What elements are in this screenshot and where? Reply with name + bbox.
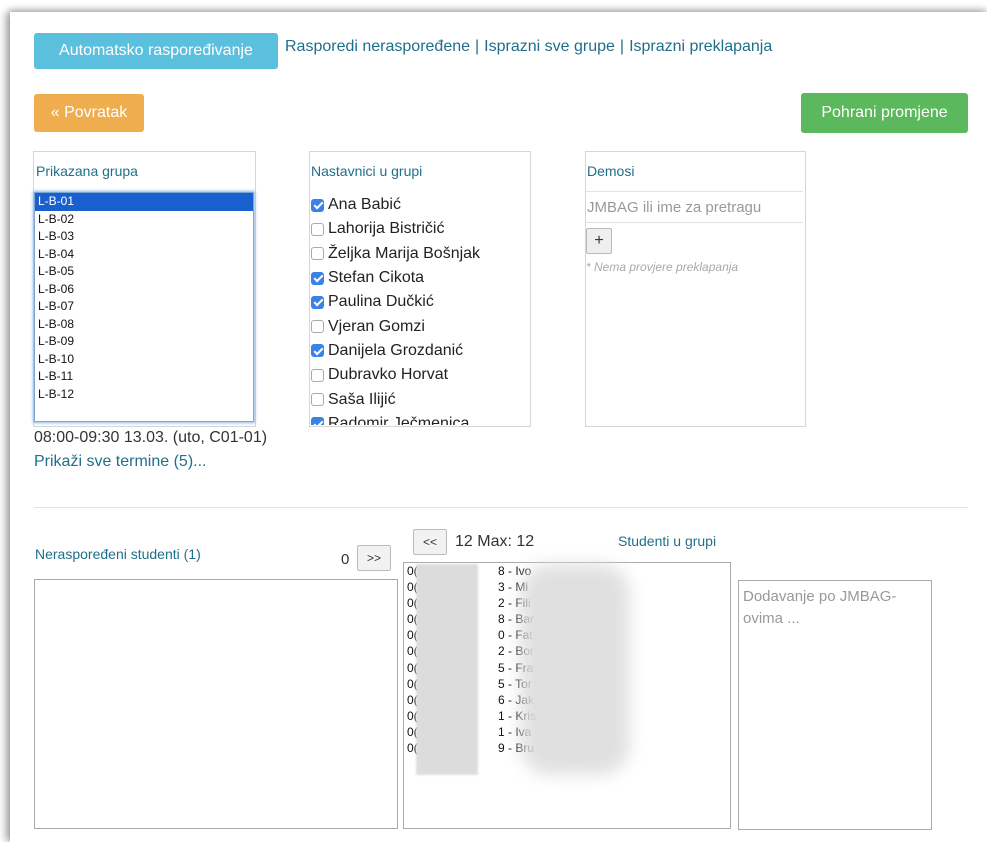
teacher-name: Paulina Dučkić (328, 293, 434, 311)
teacher-checkbox[interactable] (311, 247, 324, 261)
group-capacity-label: 12 Max: 12 (455, 533, 535, 550)
teacher-item[interactable]: Lahorija Bistričić (310, 217, 528, 241)
back-button[interactable]: « Povratak (34, 94, 144, 132)
group-select-list[interactable]: L-B-01 L-B-02 L-B-03 L-B-04 L-B-05 L-B-06 L-B-… (34, 192, 254, 422)
teacher-name: Željka Marija Bošnjak (328, 244, 481, 262)
teacher-name: Vjeran Gomzi (328, 317, 425, 335)
demos-search-input[interactable]: JMBAG ili ime za pretragu (586, 191, 803, 223)
teacher-checkbox[interactable] (311, 393, 324, 407)
teacher-checkbox[interactable] (311, 344, 324, 358)
unassigned-students-list[interactable] (34, 579, 398, 829)
section-divider (34, 507, 968, 508)
teacher-item[interactable]: Ana Babić (310, 193, 528, 217)
redacted-name-block (520, 564, 630, 775)
move-to-unassigned-button[interactable]: << (413, 529, 447, 555)
teacher-name: Saša Ilijić (328, 390, 396, 408)
link-separator: | (475, 38, 480, 55)
group-option[interactable]: L-B-11 (35, 368, 253, 386)
unassigned-students-title: Neraspoređeni studenti (1) (35, 546, 201, 562)
group-option[interactable]: L-B-09 (35, 333, 253, 351)
teacher-name: Ana Babić (328, 196, 401, 214)
group-option[interactable]: L-B-05 (35, 263, 253, 281)
teacher-item[interactable]: Radomir Ječmenica (310, 412, 528, 425)
teacher-name: Stefan Cikota (328, 269, 425, 287)
show-all-terms-link[interactable]: Prikaži sve termine (5)... (34, 453, 206, 471)
teacher-checkbox[interactable] (311, 198, 324, 212)
group-option[interactable]: L-B-10 (35, 351, 253, 369)
group-option[interactable]: L-B-01 (35, 193, 253, 211)
group-term: 08:00-09:30 13.03. (uto, C01-01) (34, 429, 268, 446)
group-option[interactable]: L-B-06 (35, 281, 253, 299)
empty-overlaps-link[interactable]: Isprazni preklapanja (629, 38, 772, 55)
add-by-jmbag-textarea[interactable]: Dodavanje po JMBAG-ovima ... (738, 580, 932, 830)
teacher-item[interactable]: Paulina Dučkić (310, 290, 528, 314)
auto-assign-button[interactable]: Automatsko raspoređivanje (34, 33, 278, 69)
teacher-checkbox[interactable] (311, 417, 324, 425)
teacher-item[interactable]: Stefan Cikota (310, 266, 528, 290)
group-option[interactable]: L-B-03 (35, 228, 253, 246)
group-option[interactable]: L-B-04 (35, 246, 253, 264)
add-demo-button[interactable]: + (586, 228, 612, 254)
group-option[interactable]: L-B-07 (35, 298, 253, 316)
demos-note: * Nema provjere preklapanja (586, 260, 739, 274)
teacher-name: Lahorija Bistričić (328, 220, 445, 238)
teacher-item[interactable]: Vjeran Gomzi (310, 314, 528, 338)
teacher-checkbox[interactable] (311, 320, 324, 334)
teacher-checkbox[interactable] (311, 271, 324, 285)
teachers-panel-title: Nastavnici u grupi (311, 163, 423, 179)
unassigned-selected-count: 0 (341, 551, 350, 568)
bulk-actions: Rasporedi neraspoređene | Isprazni sve gru… (285, 38, 772, 56)
teacher-item[interactable]: Saša Ilijić (310, 387, 528, 411)
move-to-group-button[interactable]: >> (357, 545, 391, 571)
assign-unassigned-link[interactable]: Rasporedi neraspoređene (285, 38, 470, 55)
group-option[interactable]: L-B-12 (35, 386, 253, 404)
teacher-checkbox[interactable] (311, 222, 324, 236)
teacher-checkbox[interactable] (311, 295, 324, 309)
teacher-item[interactable]: Dubravko Horvat (310, 363, 528, 387)
redacted-jmbag-block (416, 564, 478, 775)
group-panel-title: Prikazana grupa (36, 163, 138, 179)
link-separator: | (619, 38, 625, 55)
demos-panel-title: Demosi (587, 163, 635, 179)
teacher-item[interactable]: Željka Marija Bošnjak (310, 242, 528, 266)
teachers-list: Ana Babić Lahorija Bistričić Željka Marija… (310, 193, 528, 425)
teacher-name: Radomir Ječmenica (328, 414, 470, 425)
empty-all-groups-link[interactable]: Isprazni sve grupe (484, 38, 615, 55)
group-option[interactable]: L-B-02 (35, 211, 253, 229)
save-changes-button[interactable]: Pohrani promjene (801, 93, 968, 133)
teacher-name: Danijela Grozdanić (328, 341, 464, 359)
students-in-group-title: Studenti u grupi (618, 533, 717, 549)
group-option[interactable]: L-B-08 (35, 316, 253, 334)
teacher-checkbox[interactable] (311, 368, 324, 382)
teacher-name: Dubravko Horvat (328, 366, 449, 384)
teacher-item[interactable]: Danijela Grozdanić (310, 339, 528, 363)
